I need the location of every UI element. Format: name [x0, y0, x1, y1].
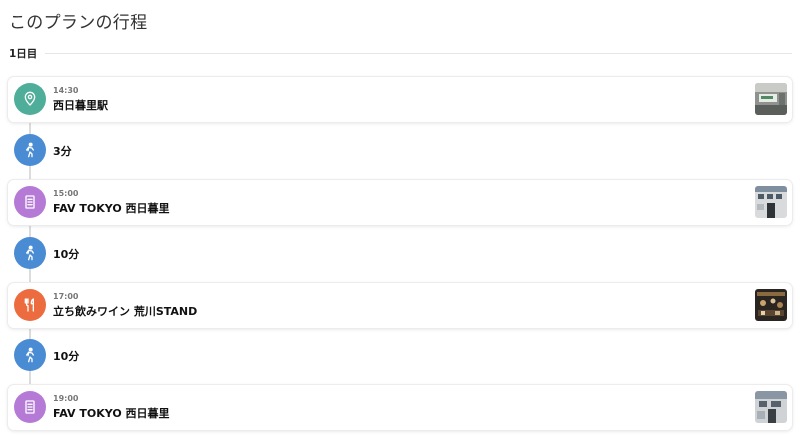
itinerary-stop-card[interactable]: 15:00 FAV TOKYO 西日暮里: [8, 180, 792, 225]
stop-time: 19:00: [53, 394, 79, 403]
stop-time: 17:00: [53, 292, 79, 301]
move-segment: 3分: [14, 134, 314, 166]
day-header: 1日目: [9, 46, 792, 60]
stop-name: FAV TOKYO 西日暮里: [53, 202, 170, 215]
move-duration: 3分: [53, 145, 72, 158]
itinerary-stop-card[interactable]: 19:00 FAV TOKYO 西日暮里: [8, 385, 792, 430]
stop-name: FAV TOKYO 西日暮里: [53, 407, 170, 420]
walking-icon: [14, 339, 46, 371]
stop-time: 14:30: [53, 86, 79, 95]
day-label: 1日目: [9, 47, 38, 60]
stop-time: 15:00: [53, 189, 79, 198]
stop-name: 立ち飲みワイン 荒川STAND: [53, 305, 198, 318]
stop-thumbnail[interactable]: [755, 186, 787, 218]
itinerary-stop-card[interactable]: 17:00 立ち飲みワイン 荒川STAND: [8, 283, 792, 328]
stop-name: 西日暮里駅: [53, 99, 108, 112]
walking-icon: [14, 134, 46, 166]
move-segment: 10分: [14, 339, 314, 371]
walking-icon: [14, 237, 46, 269]
building-icon: [14, 391, 46, 423]
move-duration: 10分: [53, 248, 80, 261]
stop-thumbnail[interactable]: [755, 391, 787, 423]
move-duration: 10分: [53, 350, 80, 363]
utensils-icon: [14, 289, 46, 321]
itinerary-stop-card[interactable]: 14:30 西日暮里駅: [8, 77, 792, 122]
page-title: このプランの行程: [9, 13, 148, 33]
divider: [45, 52, 792, 54]
move-segment: 10分: [14, 237, 314, 269]
stop-thumbnail[interactable]: [755, 289, 787, 321]
map-pin-icon: [14, 83, 46, 115]
stop-thumbnail[interactable]: [755, 83, 787, 115]
building-icon: [14, 186, 46, 218]
